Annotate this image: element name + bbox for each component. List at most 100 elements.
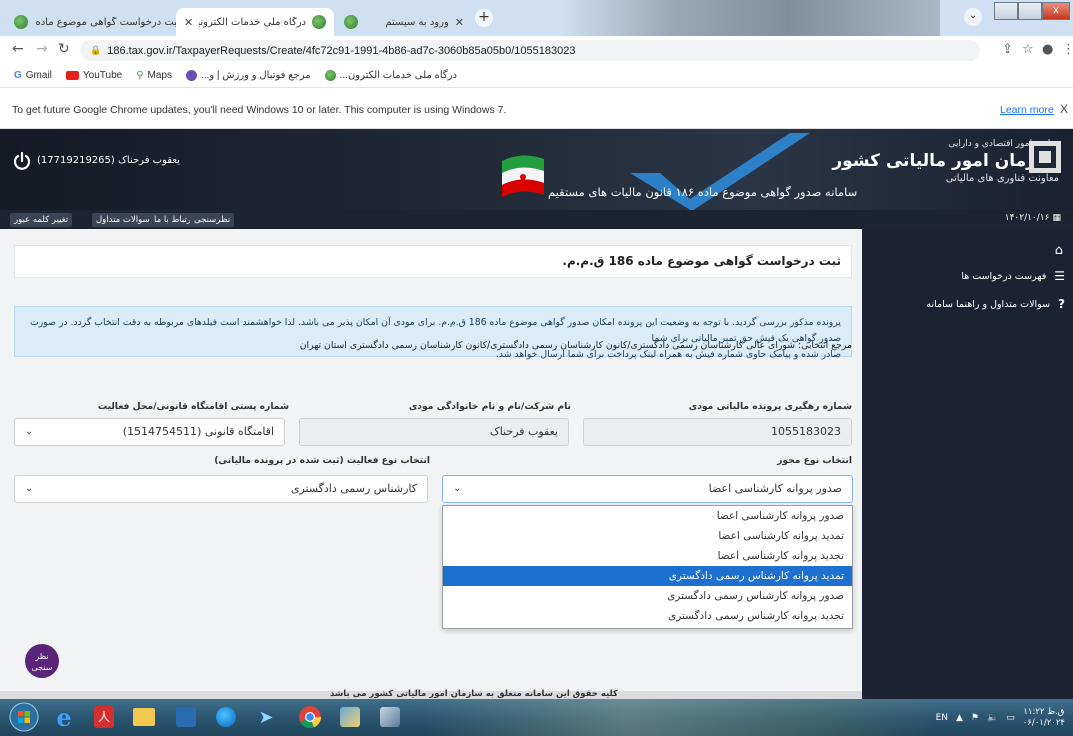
site-favicon-icon — [185, 70, 197, 81]
license-option-highlighted[interactable]: تمدید پروانه کارشناس رسمی دادگستری — [443, 566, 852, 586]
browser-tab-strip: ثبت درخواست گواهی موضوع ماده 186 ق ✕ درگ… — [0, 0, 1073, 36]
file-explorer-icon[interactable] — [130, 703, 158, 731]
tray-up-arrow-icon[interactable]: ▲ — [956, 713, 963, 723]
profile-icon[interactable]: ● — [1042, 42, 1053, 57]
chevron-down-icon: ⌄ — [25, 483, 34, 494]
activity-label: انتخاب نوع فعالیت (ثبت شده در پرونده مال… — [214, 455, 430, 466]
bookmark-label: Gmail — [25, 70, 52, 81]
activity-select[interactable]: کارشناس رسمی دادگستری ⌄ — [14, 475, 428, 503]
start-button[interactable] — [8, 701, 40, 733]
tab-close-icon[interactable]: ✕ — [184, 16, 193, 29]
maximize-button[interactable] — [1018, 2, 1042, 20]
windows-taskbar: e 人 ➤ EN ▲ ⚑ 🔈 ▭ ۱۱:۲۲ ق.ظ ۰۶/۰۱/۲۰۲۴ — [0, 699, 1073, 736]
bookmark-label: درگاه ملی خدمات الکترون... — [339, 70, 457, 81]
site-favicon-icon — [324, 70, 336, 81]
app-icon[interactable] — [376, 703, 404, 731]
license-select[interactable]: صدور پروانه کارشناسی اعضا ⌄ — [442, 475, 853, 503]
acrobat-icon[interactable]: 人 — [90, 703, 118, 731]
forward-arrow-icon[interactable]: → — [36, 41, 48, 57]
share-icon[interactable]: ⇪ — [1002, 42, 1013, 57]
postal-label: شماره پستی اقامتگاه قانونی/محل فعالیت — [97, 401, 289, 412]
telegram-icon[interactable]: ➤ — [252, 703, 280, 731]
network-flag-icon[interactable]: ⚑ — [971, 713, 979, 723]
paint-icon[interactable] — [336, 703, 364, 731]
bookmark-national-portal[interactable]: درگاه ملی خدمات الکترون... — [324, 70, 457, 81]
license-options-list: صدور پروانه کارشناسی اعضا تمدید پروانه ک… — [442, 505, 853, 629]
power-logout-icon[interactable] — [12, 151, 32, 171]
minimize-button[interactable] — [994, 2, 1018, 20]
copyright-text: کلیه حقوق این سامانه متعلق به سازمان امو… — [330, 689, 618, 699]
bookmark-gmail[interactable]: G Gmail — [14, 70, 52, 81]
bookmark-youtube[interactable]: YouTube — [65, 70, 123, 81]
survey-button[interactable]: نظرسنجی — [190, 213, 235, 227]
url-text: 186.tax.gov.ir/TaxpayerRequests/Create/4… — [107, 44, 576, 57]
license-option[interactable]: تجدید پروانه کارشناس رسمی دادگستری — [443, 606, 852, 626]
portal-title: سامانه صدور گواهی موضوع ماده ۱۸۶ قانون م… — [548, 185, 858, 199]
bookmark-label: Maps — [147, 70, 172, 81]
system-clock[interactable]: ۱۱:۲۲ ق.ظ ۰۶/۰۱/۲۰۲۴ — [1023, 707, 1065, 729]
learn-more-link[interactable]: Learn more — [1000, 104, 1054, 116]
media-player-icon[interactable] — [172, 703, 200, 731]
change-password-button[interactable]: تغییر کلمه عبور — [10, 213, 73, 227]
chevron-down-icon: ⌄ — [25, 426, 34, 437]
reload-icon[interactable]: ↻ — [58, 41, 70, 57]
date-display: ۱۴۰۲/۱۰/۱۶ ▦ — [1005, 213, 1061, 223]
google-icon: G — [14, 70, 22, 81]
tab-title: ثبت درخواست گواهی موضوع ماده 186 ق — [34, 16, 180, 28]
internet-explorer-icon[interactable]: e — [50, 703, 78, 732]
postal-select[interactable]: اقامتگاه قانونی (1514754511) ⌄ — [14, 418, 285, 446]
address-toolbar: ← → ↻ 🔒 186.tax.gov.ir/TaxpayerRequests/… — [0, 36, 1073, 64]
tab-active[interactable]: ✕ درگاه ملی خدمات الکترونیک سازمان امور — [176, 8, 334, 36]
bookmark-star-icon[interactable]: ☆ — [1022, 42, 1034, 57]
tab-other-2[interactable]: ورود به سیستم ✕ — [336, 8, 472, 36]
chevron-down-icon: ⌄ — [453, 483, 462, 494]
bookmark-sport[interactable]: مرجع فوتبال و ورزش | و... — [185, 70, 311, 81]
sidebar-item-faq[interactable]: ? سوالات متداول و راهنما سامانه — [926, 297, 1065, 311]
volume-icon[interactable]: 🔈 — [987, 713, 998, 723]
activity-value: کارشناس رسمی دادگستری — [290, 482, 417, 495]
sidebar: ⌂ ☰ فهرست درخواست ها ? سوالات متداول و ر… — [862, 229, 1073, 699]
sidebar-item-requests[interactable]: ☰ فهرست درخواست ها — [961, 269, 1065, 283]
menu-dots-icon[interactable]: ⋮ — [1062, 42, 1073, 57]
license-option[interactable]: صدور پروانه کارشناس رسمی دادگستری — [443, 586, 852, 606]
chrome-icon[interactable] — [296, 703, 324, 731]
home-icon[interactable]: ⌂ — [1055, 243, 1063, 258]
license-option[interactable]: صدور پروانه کارشناسی اعضا — [443, 506, 852, 526]
maps-pin-icon: ⚲ — [136, 70, 144, 81]
clock-date: ۰۶/۰۱/۲۰۲۴ — [1022, 717, 1065, 728]
tab-other-1[interactable]: ثبت درخواست گواهی موضوع ماده 186 ق — [6, 8, 188, 36]
bookmarks-bar: G Gmail YouTube ⚲ Maps مرجع فوتبال و ورز… — [0, 64, 1073, 88]
update-infobar: To get future Google Chrome updates, you… — [0, 89, 1073, 129]
back-arrow-icon[interactable]: ← — [12, 41, 24, 57]
new-tab-button[interactable]: + — [475, 9, 493, 27]
infobar-close-button[interactable]: X — [1060, 102, 1068, 116]
license-option[interactable]: تمدید پروانه کارشناسی اعضا — [443, 526, 852, 546]
taskbar-glass — [420, 699, 940, 736]
postal-value: اقامتگاه قانونی (1514754511) — [122, 425, 274, 438]
sidebar-item-label: سوالات متداول و راهنما سامانه — [926, 298, 1051, 310]
action-center-icon[interactable]: ▭ — [1006, 713, 1015, 723]
tab-title: درگاه ملی خدمات الکترونیک سازمان امور — [199, 16, 306, 28]
tracking-field: 1055183023 — [583, 418, 852, 446]
license-option[interactable]: تجدید پروانه کارشناسی اعضا — [443, 546, 852, 566]
site-favicon-icon — [14, 15, 28, 29]
tracking-value: 1055183023 — [771, 425, 841, 438]
name-label: نام شرکت/نام و نام خانوادگی مودی — [408, 401, 571, 412]
url-input[interactable]: 🔒 186.tax.gov.ir/TaxpayerRequests/Create… — [80, 40, 980, 61]
clock-time: ۱۱:۲۲ ق.ظ — [1023, 706, 1065, 717]
close-window-button[interactable]: x — [1042, 2, 1070, 20]
site-header: سامانه صدور گواهی موضوع ماده ۱۸۶ قانون م… — [0, 129, 1073, 210]
infobar-message: To get future Google Chrome updates, you… — [12, 104, 507, 116]
bookmark-label: YouTube — [82, 70, 123, 81]
edge-icon[interactable] — [212, 703, 240, 731]
language-indicator[interactable]: EN — [936, 713, 948, 723]
page-title: ثبت درخواست گواهی موضوع ماده 186 ق.م.م. — [14, 245, 852, 278]
faq-button[interactable]: سوالات متداول — [92, 213, 154, 227]
tracking-label: شماره رهگیری پرونده مالیاتی مودی — [688, 401, 852, 412]
bookmark-maps[interactable]: ⚲ Maps — [136, 70, 172, 81]
tab-close-icon[interactable]: ✕ — [455, 16, 464, 29]
sidebar-item-label: فهرست درخواست ها — [961, 270, 1047, 282]
tab-search-chevron-icon[interactable]: ⌄ — [964, 8, 982, 26]
survey-fab-button[interactable]: نظر سنجی — [25, 644, 59, 678]
list-icon: ☰ — [1054, 269, 1065, 283]
